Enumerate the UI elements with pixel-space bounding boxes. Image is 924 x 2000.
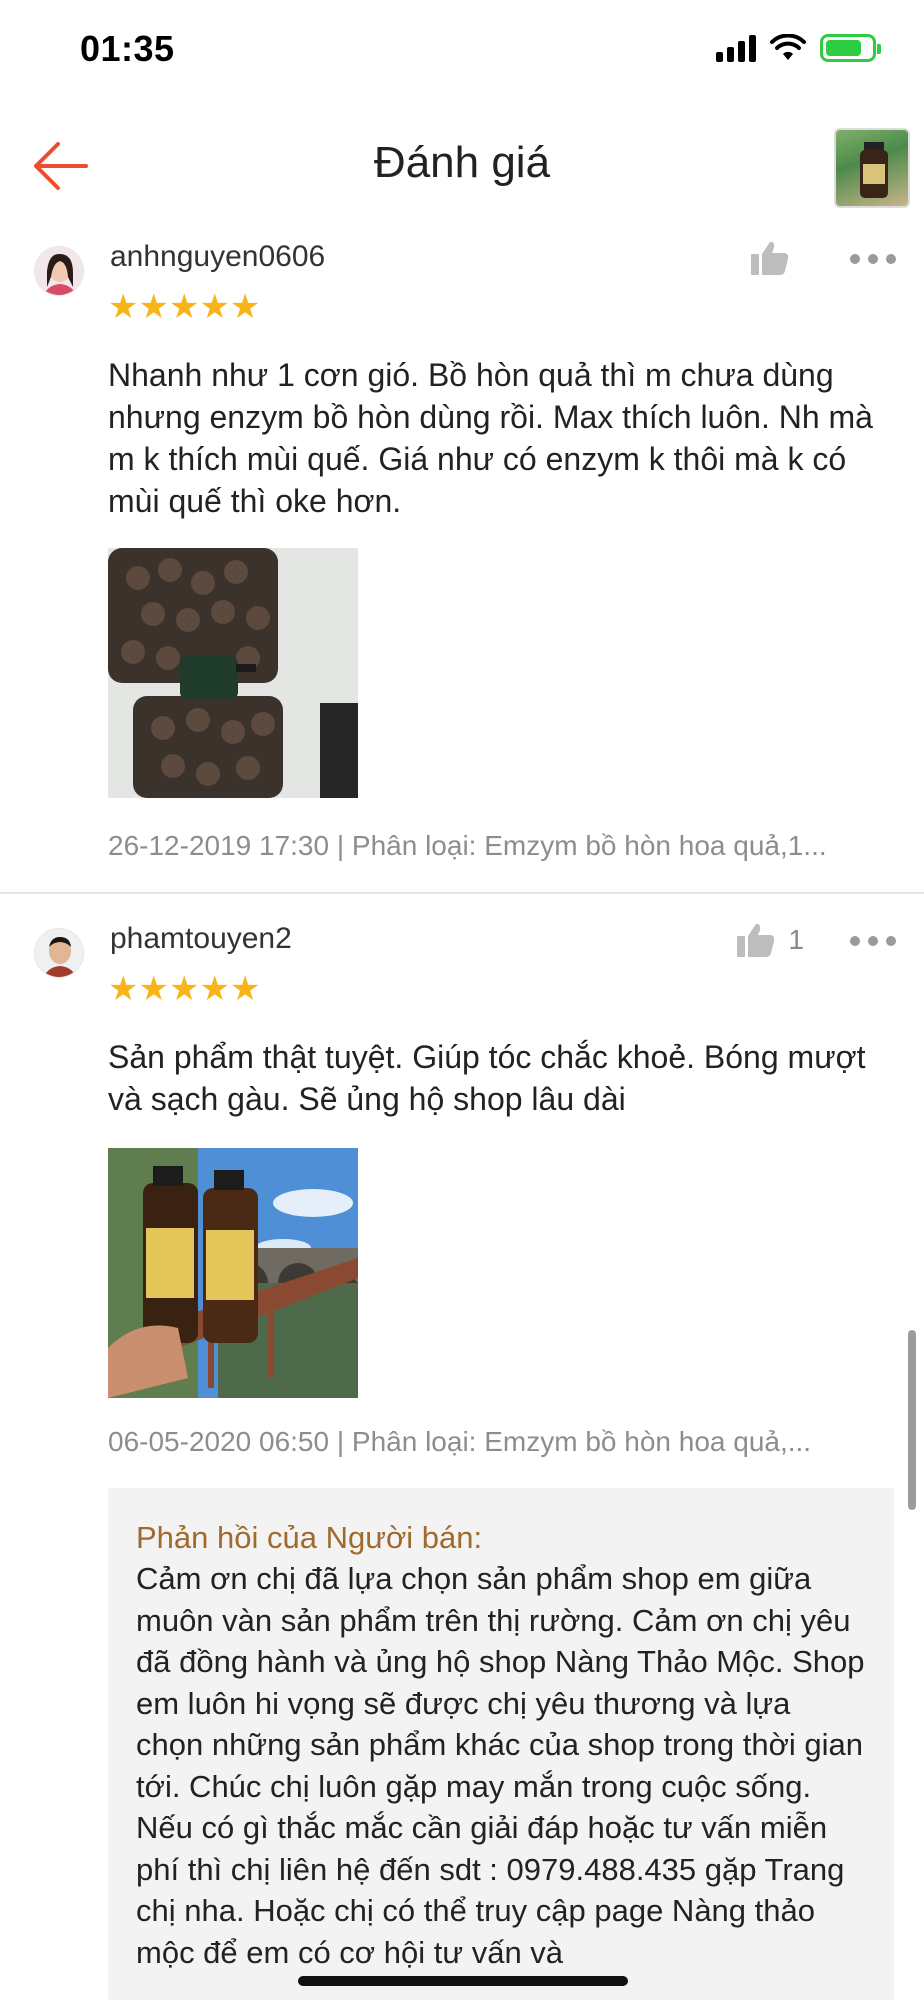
username: anhnguyen0606 [110,240,326,273]
status-icons [716,34,881,62]
product-thumbnail[interactable] [834,128,910,208]
like-count: 1 [788,924,804,955]
review-photo[interactable] [108,548,358,798]
battery-icon [820,34,881,62]
home-indicator[interactable] [298,1976,628,1986]
rating-stars: ★★★★★ [108,288,261,326]
header: Đánh giá [0,110,924,220]
seller-reply-title: Phản hồi của Người bán: [136,1520,483,1555]
review-text: Sản phẩm thật tuyệt. Giúp tóc chắc khoẻ.… [108,1039,866,1117]
like-button[interactable] [750,240,802,276]
avatar[interactable] [34,928,84,978]
status-bar: 01:35 [0,0,924,100]
status-time: 01:35 [80,28,175,69]
seller-reply-text: Cảm ơn chị đã lựa chọn sản phẩm shop em … [136,1561,865,1970]
seller-reply: Phản hồi của Người bán: Cảm ơn chị đã lự… [108,1488,894,2000]
like-icon [737,923,775,957]
more-icon[interactable] [850,254,896,266]
review-text: Nhanh như 1 cơn gió. Bồ hòn quả thì m ch… [108,357,873,519]
review-meta: 26-12-2019 17:30 | Phân loại: Emzym bồ h… [108,830,827,861]
page-title: Đánh giá [373,138,551,187]
rating-stars: ★★★★★ [108,970,261,1008]
more-icon[interactable] [850,936,896,948]
wifi-icon [770,34,806,60]
username: phamtouyen2 [110,922,292,955]
review-photo[interactable] [108,1148,358,1398]
divider [0,892,924,894]
like-button[interactable]: 1 [736,922,804,958]
signal-icon [716,34,756,62]
like-icon [751,241,789,275]
review-meta: 06-05-2020 06:50 | Phân loại: Emzym bồ h… [108,1426,812,1457]
avatar[interactable] [34,246,84,296]
scrollbar[interactable] [908,1330,916,1510]
